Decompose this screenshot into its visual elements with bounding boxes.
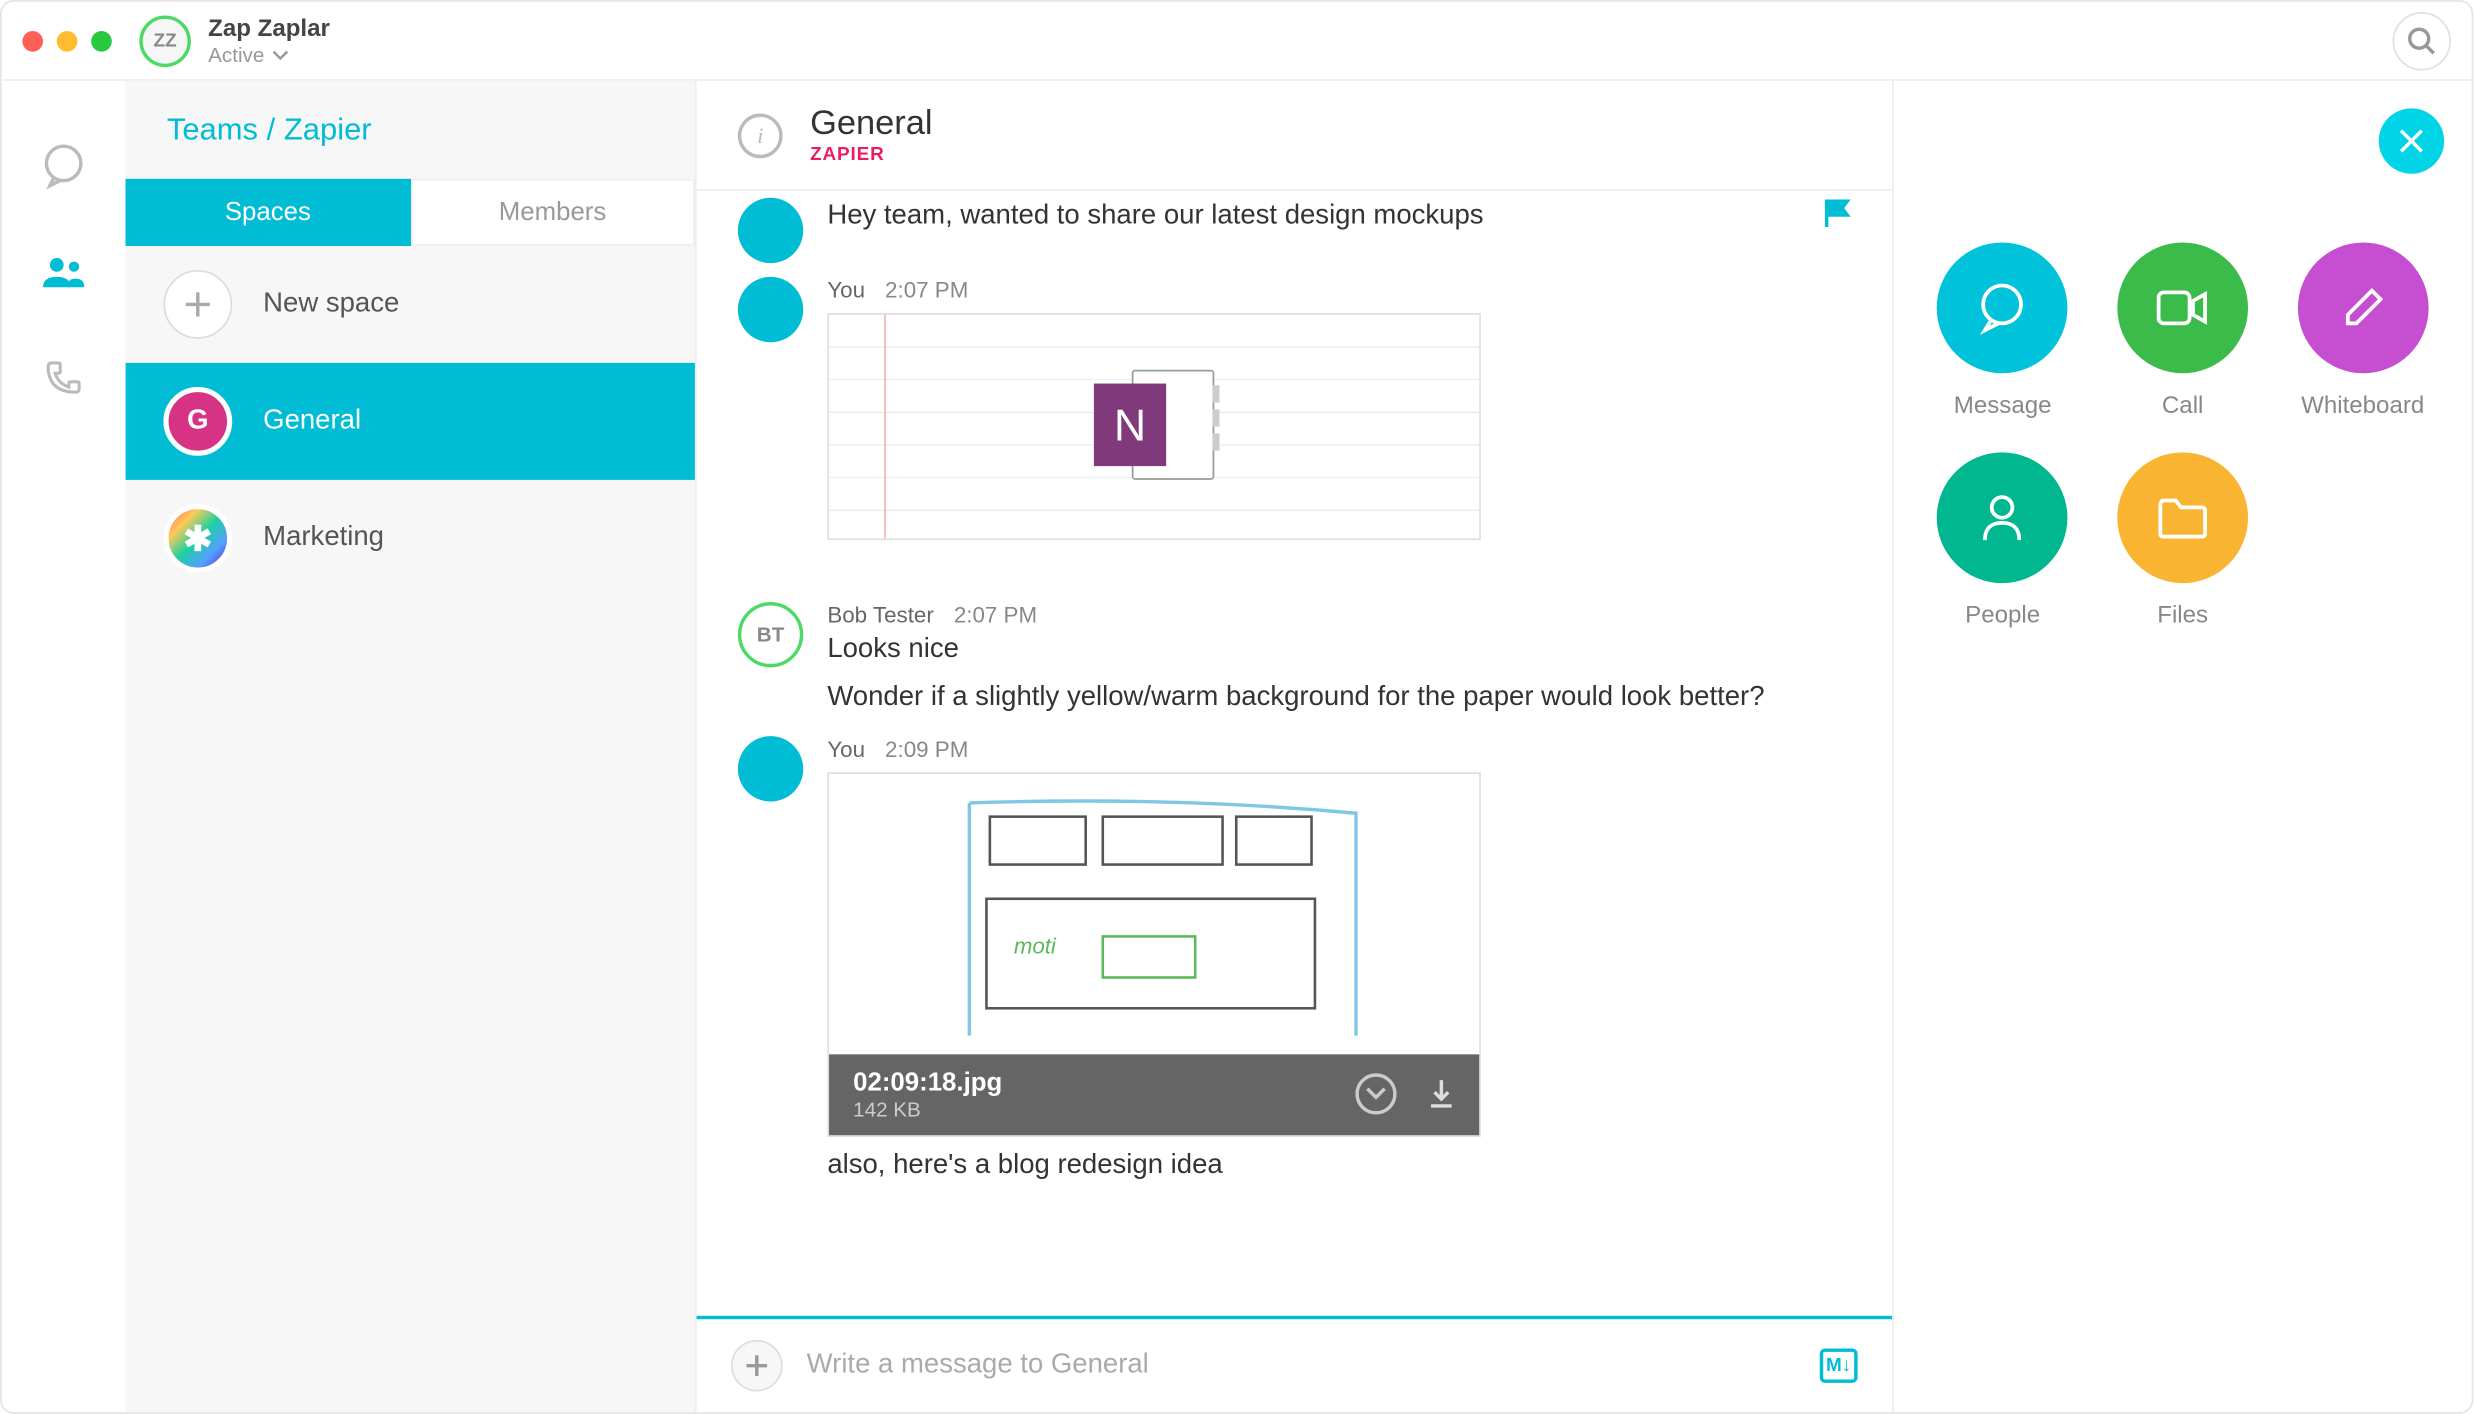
chevron-down-icon [271,50,288,60]
tab-members[interactable]: Members [410,179,695,246]
chat-main: i General ZAPIER Hey team, wanted to sha… [697,81,1894,1412]
person-icon [1937,452,2068,583]
onenote-icon: N [1094,370,1214,484]
attachment-menu-button[interactable] [1355,1074,1396,1115]
maximize-window-button[interactable] [91,30,112,51]
user-status-dropdown[interactable]: Active [208,42,330,67]
info-button[interactable]: i [738,113,783,158]
message-meta: Bob Tester 2:07 PM [827,602,1850,628]
download-button[interactable] [1428,1079,1456,1110]
close-window-button[interactable] [22,30,43,51]
message-icon [1937,243,2068,374]
message-row: Hey team, wanted to share our latest des… [738,198,1851,263]
chat-icon [40,141,88,189]
pencil-icon [2297,243,2428,374]
actions-panel: Message Call Whiteboard [1894,81,2472,1412]
message-text: also, here's a blog redesign idea [827,1147,1850,1186]
sidebar-tabs: Spaces Members [126,179,695,246]
breadcrumb[interactable]: Teams / Zapier [126,81,695,179]
action-message[interactable]: Message [1921,243,2084,418]
phone-icon [43,358,84,399]
markdown-toggle[interactable]: M↓ [1820,1348,1858,1382]
nav-calls[interactable] [38,353,90,405]
space-avatar: ✱ [163,504,232,573]
plus-icon [163,270,232,339]
tab-spaces[interactable]: Spaces [126,179,411,246]
download-icon [1428,1079,1456,1110]
titlebar: ZZ Zap Zaplar Active [2,2,2472,81]
space-marketing[interactable]: ✱ Marketing [126,480,695,597]
window-controls [22,30,111,51]
search-button[interactable] [2393,11,2451,69]
close-icon [2398,127,2426,155]
messages-list[interactable]: Hey team, wanted to share our latest des… [697,191,1892,1316]
close-panel-button[interactable] [2379,108,2444,173]
chat-title: General [810,105,932,145]
people-icon [40,253,88,291]
chevron-down-icon [1366,1088,1387,1102]
nav-rail [2,81,126,1412]
message-meta: You 2:07 PM [827,277,1850,303]
message-composer: M↓ [697,1316,1892,1412]
message-meta: You 2:09 PM [827,736,1850,762]
message-avatar [738,736,803,801]
message-text: Hey team, wanted to share our latest des… [827,198,1850,237]
folder-icon [2117,452,2248,583]
action-people[interactable]: People [1921,452,2084,627]
message-input[interactable] [807,1350,1796,1381]
action-whiteboard[interactable]: Whiteboard [2281,243,2444,418]
message-avatar [738,277,803,342]
chat-subtitle: ZAPIER [810,144,932,165]
message-row: You 2:07 PM N [738,277,1851,540]
attachment-filesize: 142 KB [853,1097,1002,1121]
nav-teams[interactable] [38,246,90,298]
sidebar: Teams / Zapier Spaces Members New space … [126,81,697,1412]
search-icon [2406,25,2437,56]
plus-icon [745,1354,769,1378]
attachment-footer: 02:09:18.jpg 142 KB [829,1054,1479,1135]
user-avatar[interactable]: ZZ [139,15,191,67]
chat-header: i General ZAPIER [697,81,1892,191]
attachment-image[interactable]: moti 02:09:18.jpg 142 KB [827,772,1481,1137]
svg-text:moti: moti [1014,933,1057,958]
new-space-button[interactable]: New space [126,246,695,363]
minimize-window-button[interactable] [57,30,78,51]
space-general[interactable]: G General [126,363,695,480]
space-avatar: G [163,387,232,456]
app-window: ZZ Zap Zaplar Active [0,0,2473,1414]
action-call[interactable]: Call [2101,243,2264,418]
nav-messages[interactable] [38,139,90,191]
action-files[interactable]: Files [2101,452,2264,627]
message-row: BT Bob Tester 2:07 PM Looks nice Wonder … [738,602,1851,719]
message-text: Wonder if a slightly yellow/warm backgro… [827,680,1850,719]
flag-icon[interactable] [1823,198,1851,229]
user-info[interactable]: Zap Zaplar Active [208,14,330,68]
user-name: Zap Zaplar [208,14,330,43]
video-icon [2117,243,2248,374]
attach-button[interactable] [731,1340,783,1392]
attachment-image[interactable]: N [827,313,1481,540]
message-text: Looks nice [827,631,1850,670]
message-avatar: BT [738,602,803,667]
message-avatar [738,198,803,263]
attachment-filename: 02:09:18.jpg [853,1068,1002,1097]
message-row: You 2:09 PM mot [738,736,1851,1186]
spaces-list: New space G General ✱ Marketing [126,246,695,1412]
